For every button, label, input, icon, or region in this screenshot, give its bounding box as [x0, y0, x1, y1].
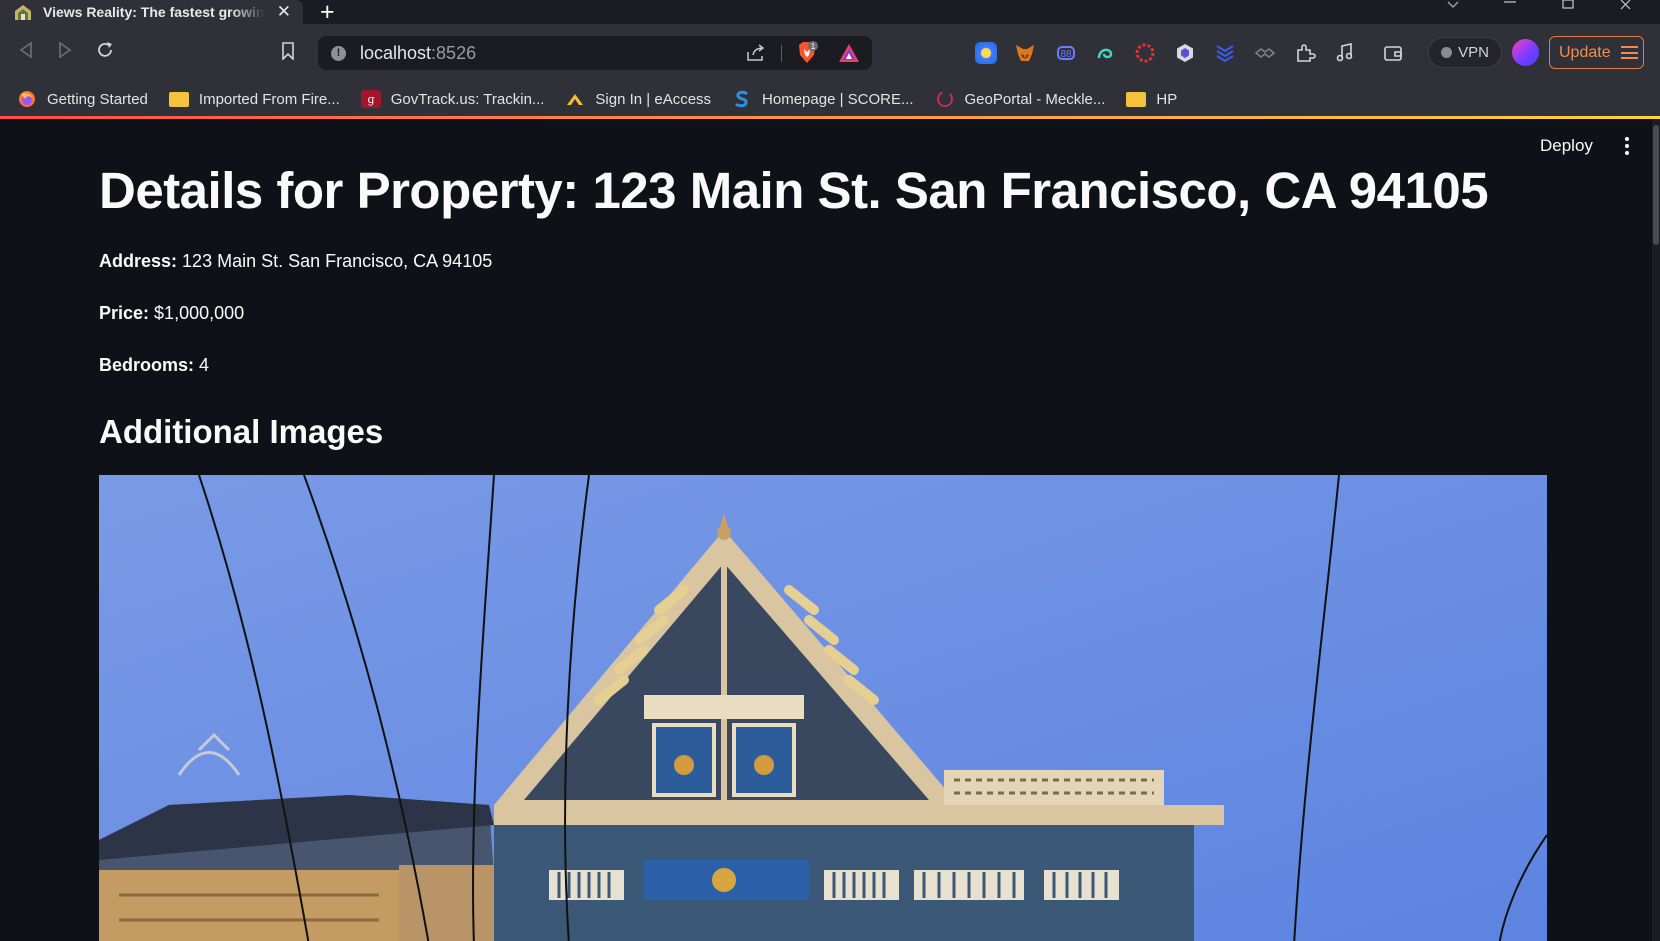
share-icon[interactable] [746, 44, 766, 62]
shield-count-badge: 1 [811, 42, 816, 51]
tab-search-chevron-icon[interactable] [1445, 0, 1461, 10]
geoportal-icon [936, 91, 953, 107]
main-content: Deploy Details for Property: 123 Main St… [0, 119, 1652, 941]
forward-icon[interactable] [56, 40, 74, 60]
additional-images-heading: Additional Images [99, 413, 384, 450]
back-icon[interactable] [17, 40, 35, 60]
maximize-icon[interactable] [1560, 0, 1576, 10]
minimize-icon[interactable] [1502, 0, 1518, 8]
bookmark-item[interactable]: g GovTrack.us: Trackin... [360, 90, 544, 108]
new-tab-button[interactable]: + [320, 0, 335, 27]
address-label: Address: [99, 251, 178, 271]
bookmark-icon[interactable] [281, 42, 295, 60]
bedrooms-label: Bedrooms: [99, 355, 195, 375]
hamburger-menu-icon [1620, 46, 1638, 59]
address-bar-divider [781, 45, 782, 62]
main-menu-icon[interactable] [1620, 135, 1634, 157]
vpn-label: VPN [1458, 44, 1489, 61]
vpn-status-icon [1441, 47, 1453, 58]
eaccess-icon [567, 94, 584, 105]
extension-7-icon[interactable] [1214, 42, 1236, 64]
svg-text:88: 88 [1060, 49, 1072, 60]
bookmark-item[interactable]: Homepage | SCORE... [732, 90, 914, 108]
browser-toolbar: ! localhost:8526 1 88 VPN Update [0, 24, 1660, 82]
extensions-puzzle-icon[interactable] [1294, 42, 1316, 64]
bookmarks-bar: Getting Started Imported From Fire... g … [0, 82, 1660, 116]
address-value: 123 Main St. San Francisco, CA 94105 [182, 251, 493, 271]
metamask-fox-icon[interactable] [1014, 42, 1036, 64]
bookmark-folder[interactable]: Imported From Fire... [168, 91, 340, 108]
svg-text:g: g [367, 93, 374, 106]
address-field: Address: 123 Main St. San Francisco, CA … [99, 251, 492, 272]
tab-strip: Views Reality: The fastest growing ✕ + [0, 0, 1660, 27]
url-text[interactable]: localhost:8526 [360, 43, 476, 64]
firefox-icon [19, 91, 35, 107]
scrollbar-thumb[interactable] [1653, 125, 1659, 245]
bedrooms-value: 4 [199, 355, 210, 375]
bookmark-item[interactable]: GeoPortal - Meckle... [935, 90, 1105, 108]
extension-4-icon[interactable] [1094, 42, 1116, 64]
folder-icon [1126, 91, 1147, 107]
address-bar[interactable]: ! localhost:8526 1 [318, 36, 872, 70]
price-label: Price: [99, 303, 150, 323]
profile-avatar[interactable] [1512, 39, 1539, 66]
property-image [99, 475, 1547, 941]
deploy-button[interactable]: Deploy [1540, 136, 1593, 156]
score-icon [734, 90, 749, 108]
close-window-icon[interactable] [1618, 0, 1634, 10]
extension-8-icon[interactable] [1254, 42, 1276, 64]
bookmark-item[interactable]: Getting Started [17, 90, 148, 108]
price-field: Price: $1,000,000 [99, 303, 244, 324]
extension-1-icon[interactable] [975, 42, 997, 64]
folder-icon [168, 91, 189, 107]
close-tab-icon[interactable]: ✕ [277, 2, 291, 22]
victorian-house-illustration [99, 475, 1547, 941]
brave-shields-icon[interactable]: 1 [796, 41, 818, 65]
house-favicon-icon [15, 5, 31, 20]
active-tab[interactable]: Views Reality: The fastest growing ✕ [0, 0, 303, 24]
govtrack-icon: g [360, 90, 381, 108]
vpn-button[interactable]: VPN [1428, 37, 1502, 68]
bedrooms-field: Bedrooms: 4 [99, 355, 209, 376]
reload-icon[interactable] [95, 40, 115, 60]
site-info-icon[interactable]: ! [331, 46, 346, 61]
price-value: $1,000,000 [154, 303, 245, 323]
brave-rewards-icon[interactable] [838, 43, 860, 63]
extension-5-icon[interactable] [1134, 42, 1156, 64]
extension-6-icon[interactable] [1174, 42, 1196, 64]
update-label: Update [1559, 43, 1611, 61]
update-button[interactable]: Update [1549, 36, 1644, 69]
bookmark-folder[interactable]: HP [1126, 91, 1177, 108]
page-title: Details for Property: 123 Main St. San F… [99, 162, 1489, 219]
media-controls-icon[interactable] [1334, 42, 1356, 64]
tab-title: Views Reality: The fastest growing [43, 4, 265, 20]
wallet-icon[interactable] [1382, 42, 1404, 64]
extension-3-icon[interactable]: 88 [1055, 42, 1077, 64]
bookmark-item[interactable]: Sign In | eAccess [565, 90, 711, 108]
